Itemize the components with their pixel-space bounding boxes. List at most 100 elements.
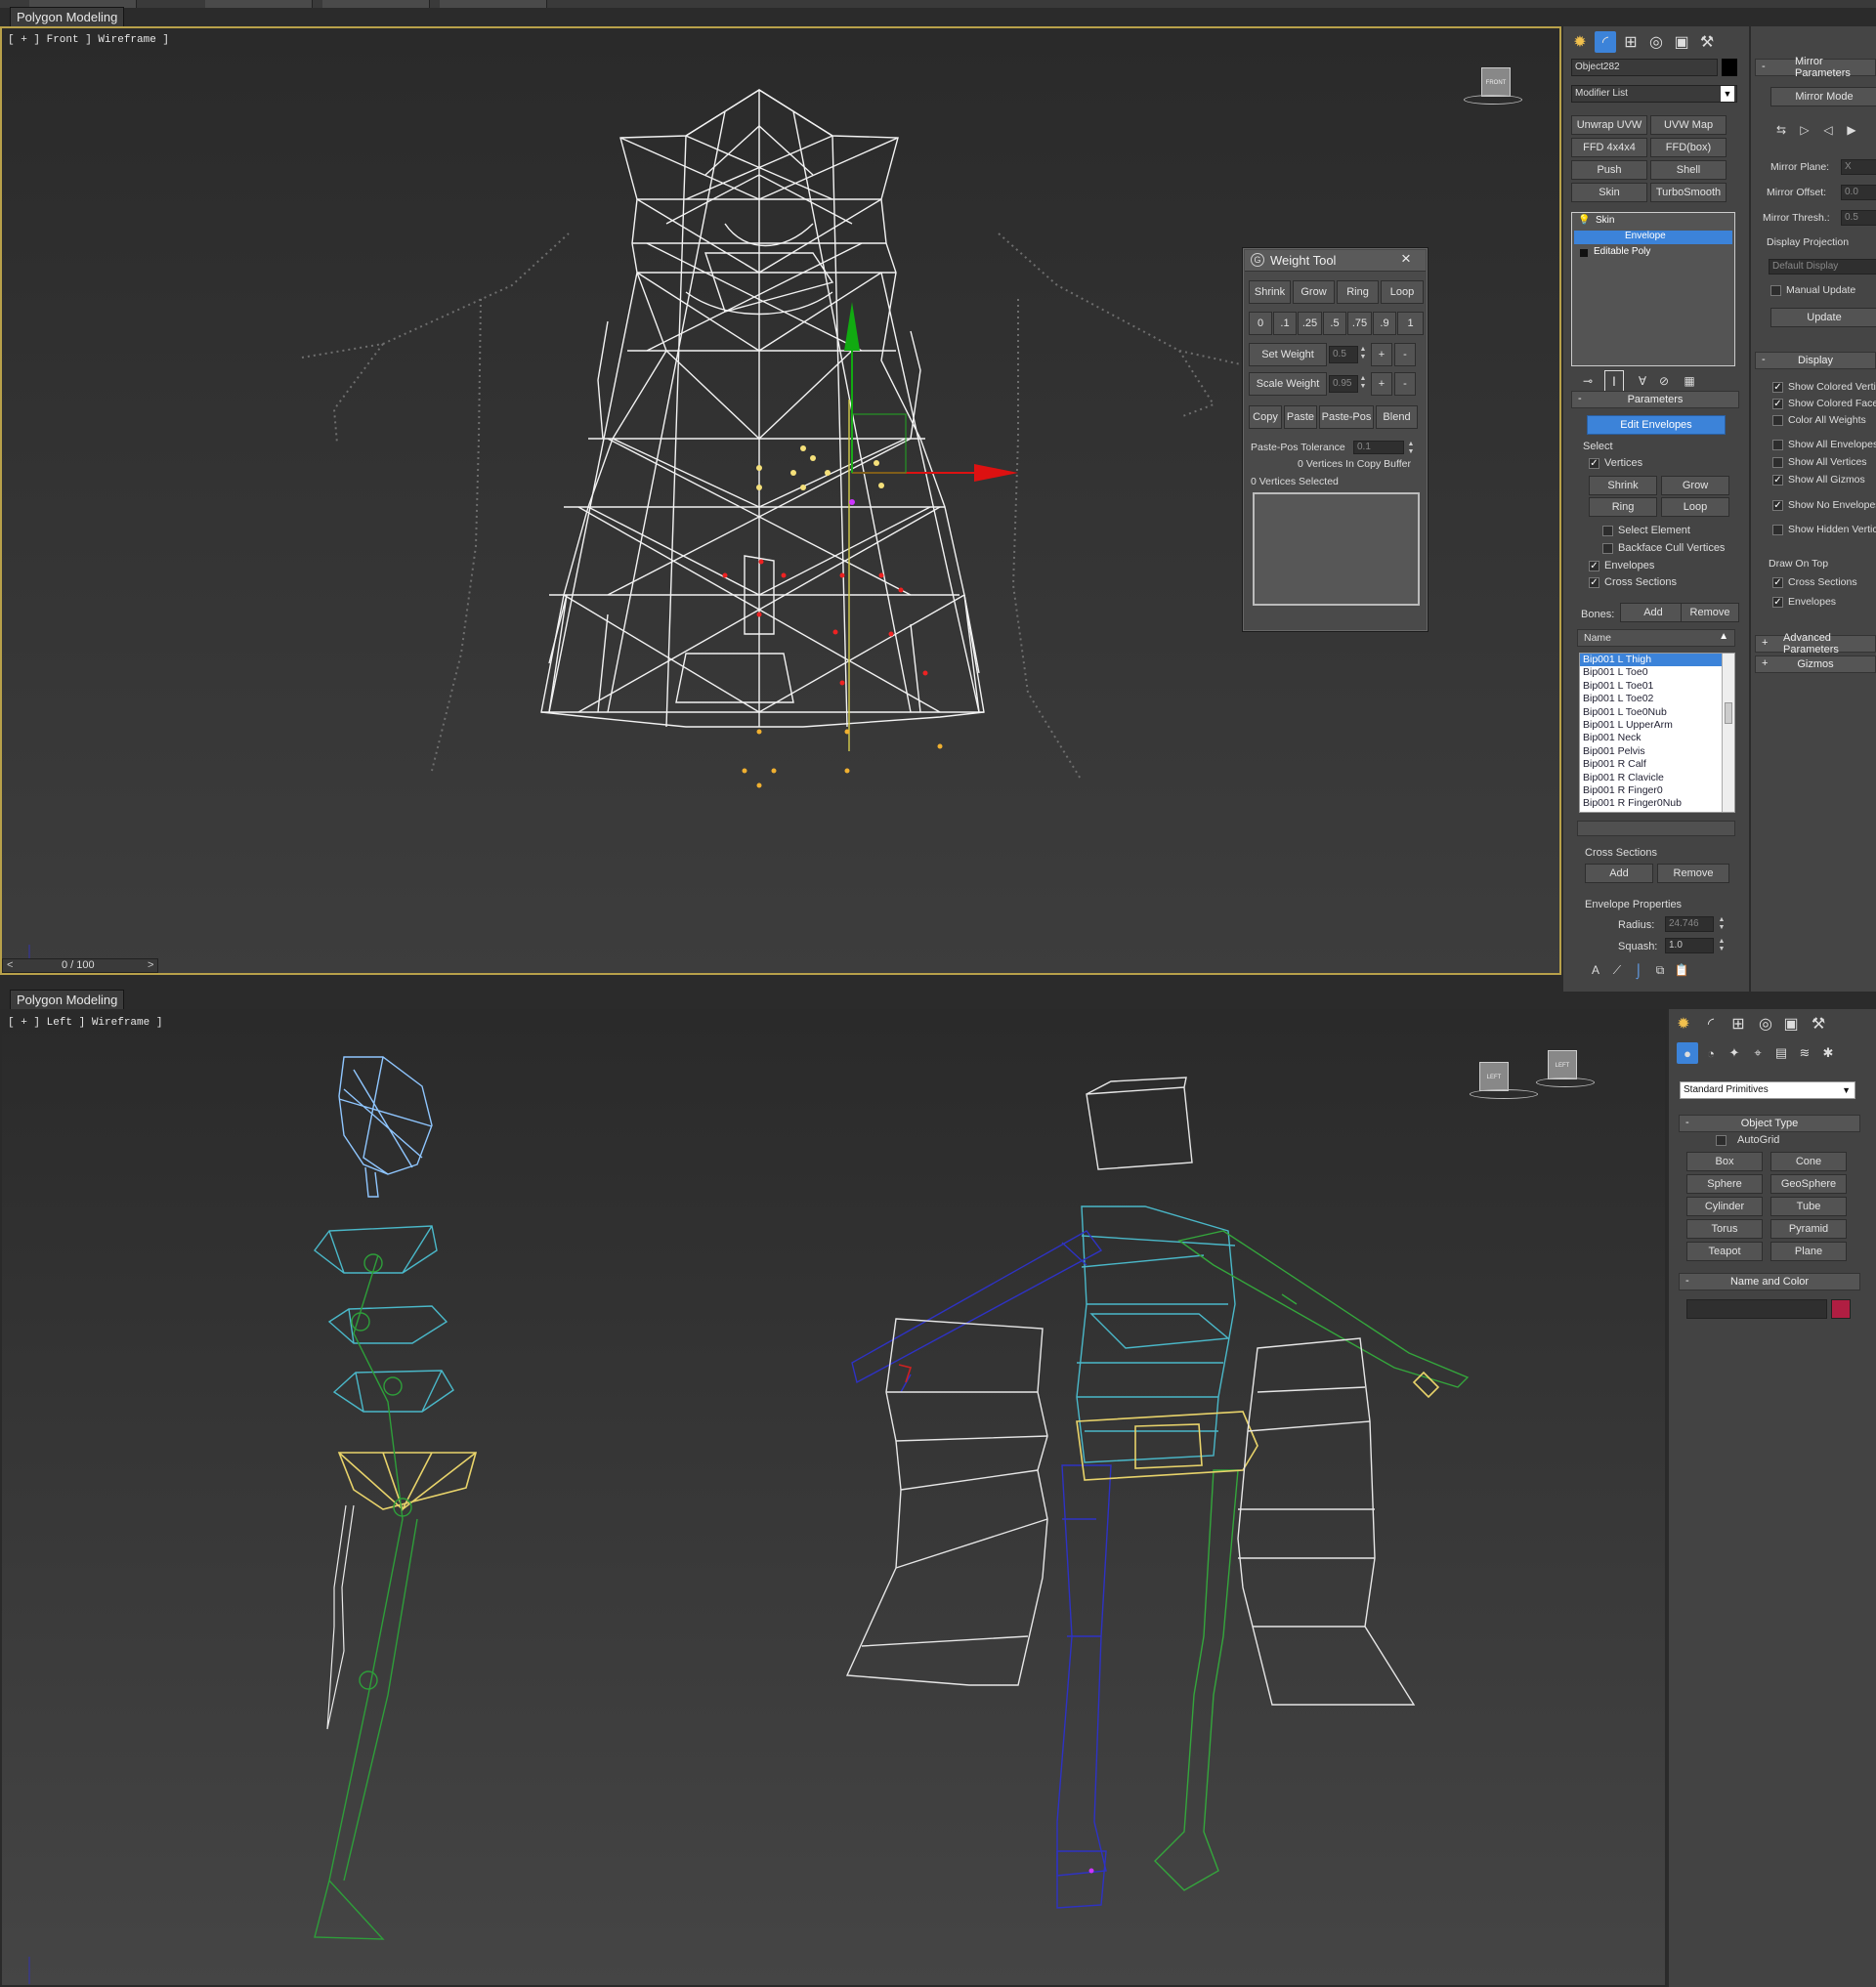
- paste-envelope-icon[interactable]: 📋: [1671, 959, 1692, 981]
- backface-cull-checkbox[interactable]: [1602, 543, 1613, 554]
- manual-update-checkbox[interactable]: [1770, 285, 1781, 296]
- systems-icon[interactable]: ✱: [1817, 1042, 1839, 1064]
- ffd-box-button[interactable]: FFD(box): [1650, 138, 1727, 157]
- bone-filter-field[interactable]: [1577, 821, 1735, 836]
- geosphere-button[interactable]: GeoSphere: [1770, 1174, 1847, 1194]
- object-color-swatch[interactable]: [1831, 1299, 1851, 1319]
- paste-all-verts-icon[interactable]: ▶: [1841, 119, 1862, 141]
- spinner-icon[interactable]: ▲ ▼: [1359, 375, 1367, 391]
- set-weight-field[interactable]: 0.5: [1329, 346, 1358, 363]
- spinner-icon[interactable]: ▲ ▼: [1718, 916, 1726, 932]
- show-colored-faces-checkbox[interactable]: ✓: [1772, 399, 1783, 409]
- skin-button[interactable]: Skin: [1571, 183, 1647, 202]
- space-warps-icon[interactable]: ≋: [1794, 1042, 1815, 1064]
- make-unique-icon[interactable]: ∀: [1632, 370, 1653, 392]
- scale-weight-field[interactable]: 0.95: [1329, 375, 1358, 393]
- object-color-swatch[interactable]: [1722, 59, 1737, 76]
- set-weight-button[interactable]: Set Weight: [1249, 343, 1327, 366]
- paste-tolerance-field[interactable]: 0.1: [1353, 441, 1404, 454]
- time-prev-button[interactable]: <: [7, 959, 13, 971]
- list-item[interactable]: Bip001 Neck: [1580, 732, 1734, 745]
- unwrap-uvw-button[interactable]: Unwrap UVW: [1571, 115, 1647, 135]
- box-button[interactable]: Box: [1686, 1152, 1763, 1171]
- plane-button[interactable]: Plane: [1770, 1242, 1847, 1261]
- scale-weight-button[interactable]: Scale Weight: [1249, 372, 1327, 396]
- show-end-result-icon[interactable]: I: [1604, 370, 1624, 392]
- ribbon-tab[interactable]: [322, 0, 430, 8]
- update-button[interactable]: Update: [1770, 308, 1876, 327]
- list-item[interactable]: Bip001 R Calf: [1580, 758, 1734, 772]
- spinner-icon[interactable]: ▲ ▼: [1407, 441, 1415, 456]
- modify-tab-icon[interactable]: ◜: [1595, 31, 1616, 53]
- vertex-weight-list[interactable]: [1253, 492, 1420, 606]
- list-item[interactable]: Bip001 R Finger0Nub: [1580, 797, 1734, 811]
- paste-button[interactable]: Paste: [1284, 405, 1317, 429]
- list-item[interactable]: Bip001 R Clavicle: [1580, 771, 1734, 784]
- bones-list[interactable]: Bip001 L Thigh Bip001 L Toe0 Bip001 L To…: [1579, 653, 1735, 813]
- show-all-gizmos-checkbox[interactable]: ✓: [1772, 475, 1783, 486]
- show-all-vertices-checkbox[interactable]: [1772, 457, 1783, 468]
- set-weight-minus-button[interactable]: -: [1394, 343, 1416, 366]
- mirror-mode-button[interactable]: Mirror Mode: [1770, 87, 1876, 106]
- cross-sections-checkbox[interactable]: ✓: [1589, 577, 1599, 588]
- configure-sets-icon[interactable]: ▦: [1679, 370, 1700, 392]
- loop-button[interactable]: Loop: [1381, 280, 1424, 304]
- name-and-color-rollout[interactable]: - Name and Color: [1679, 1273, 1860, 1290]
- list-item[interactable]: Bip001 L Toe01: [1580, 679, 1734, 694]
- show-no-envelopes-checkbox[interactable]: ✓: [1772, 500, 1783, 511]
- scale-weight-minus-button[interactable]: -: [1394, 372, 1416, 396]
- absolute-effect-icon[interactable]: A: [1585, 959, 1606, 981]
- list-item[interactable]: Bip001 R Finger0: [1580, 783, 1734, 798]
- rigid-icon[interactable]: ⟋: [1606, 959, 1628, 981]
- paste-pos-button[interactable]: Paste-Pos: [1319, 405, 1374, 429]
- color-all-weights-checkbox[interactable]: [1772, 415, 1783, 426]
- ring-button[interactable]: Ring: [1337, 280, 1379, 304]
- turbosmooth-button[interactable]: TurboSmooth: [1650, 183, 1727, 202]
- falloff-curve-icon[interactable]: ⌡: [1628, 959, 1649, 981]
- advanced-parameters-rollout[interactable]: + Advanced Parameters: [1755, 632, 1876, 655]
- list-item[interactable]: Bip001 L UpperArm: [1580, 718, 1734, 733]
- display-projection-dropdown[interactable]: Default Display: [1769, 259, 1876, 275]
- stack-item-editable-poly[interactable]: Editable Poly: [1574, 246, 1732, 260]
- weight-01-button[interactable]: .1: [1273, 312, 1297, 335]
- polygon-modeling-tab[interactable]: Polygon Modeling: [10, 990, 125, 1010]
- helpers-icon[interactable]: ▤: [1770, 1042, 1792, 1064]
- time-slider[interactable]: < 0 / 100 >: [2, 958, 158, 973]
- push-button[interactable]: Push: [1571, 160, 1647, 180]
- display-rollout[interactable]: - Display: [1755, 352, 1876, 369]
- viewcube-left[interactable]: LEFT LEFT: [1470, 1050, 1597, 1101]
- time-next-button[interactable]: >: [148, 959, 153, 971]
- paste-green-blue-icon[interactable]: ▷: [1794, 119, 1815, 141]
- mirror-parameters-rollout[interactable]: - Mirror Parameters: [1755, 56, 1876, 79]
- ffd-444-button[interactable]: FFD 4x4x4: [1571, 138, 1647, 157]
- list-item[interactable]: Bip001 L Toe0Nub: [1580, 705, 1734, 719]
- blend-button[interactable]: Blend: [1376, 405, 1418, 429]
- left-viewport[interactable]: [ + ] Left ] Wireframe ] LEFT LEFT: [0, 1009, 1667, 1987]
- weight-025-button[interactable]: .25: [1298, 312, 1322, 335]
- object-type-rollout[interactable]: - Object Type: [1679, 1115, 1860, 1132]
- remove-modifier-icon[interactable]: ⊘: [1653, 370, 1675, 392]
- gizmos-rollout[interactable]: + Gizmos: [1755, 655, 1876, 673]
- set-weight-plus-button[interactable]: +: [1371, 343, 1392, 366]
- create-tab-icon[interactable]: ✹: [1673, 1013, 1694, 1035]
- select-element-checkbox[interactable]: [1602, 526, 1613, 536]
- stack-item-envelope[interactable]: Envelope: [1574, 231, 1732, 244]
- bones-name-header[interactable]: Name ▲: [1577, 629, 1735, 647]
- spinner-icon[interactable]: ▲ ▼: [1359, 346, 1367, 361]
- motion-tab-icon[interactable]: ◎: [1645, 31, 1667, 53]
- add-bone-button[interactable]: Add: [1620, 603, 1686, 622]
- weight-1-button[interactable]: 1: [1397, 312, 1424, 335]
- mirror-paste-icon[interactable]: ⇆: [1770, 119, 1792, 141]
- envelopes-checkbox[interactable]: ✓: [1589, 561, 1599, 571]
- shell-button[interactable]: Shell: [1650, 160, 1727, 180]
- list-item[interactable]: Bip001 Pelvis: [1580, 744, 1734, 759]
- tube-button[interactable]: Tube: [1770, 1197, 1847, 1216]
- show-all-envelopes-checkbox[interactable]: [1772, 440, 1783, 450]
- weight-09-button[interactable]: .9: [1373, 312, 1396, 335]
- lightbulb-icon[interactable]: 💡: [1578, 215, 1590, 226]
- draw-envelopes-checkbox[interactable]: ✓: [1772, 597, 1783, 608]
- squash-field[interactable]: 1.0: [1665, 938, 1714, 953]
- autogrid-checkbox[interactable]: [1716, 1135, 1727, 1146]
- ribbon-tab[interactable]: [205, 0, 313, 8]
- weight-tool-titlebar[interactable]: G Weight Tool ×: [1245, 249, 1426, 272]
